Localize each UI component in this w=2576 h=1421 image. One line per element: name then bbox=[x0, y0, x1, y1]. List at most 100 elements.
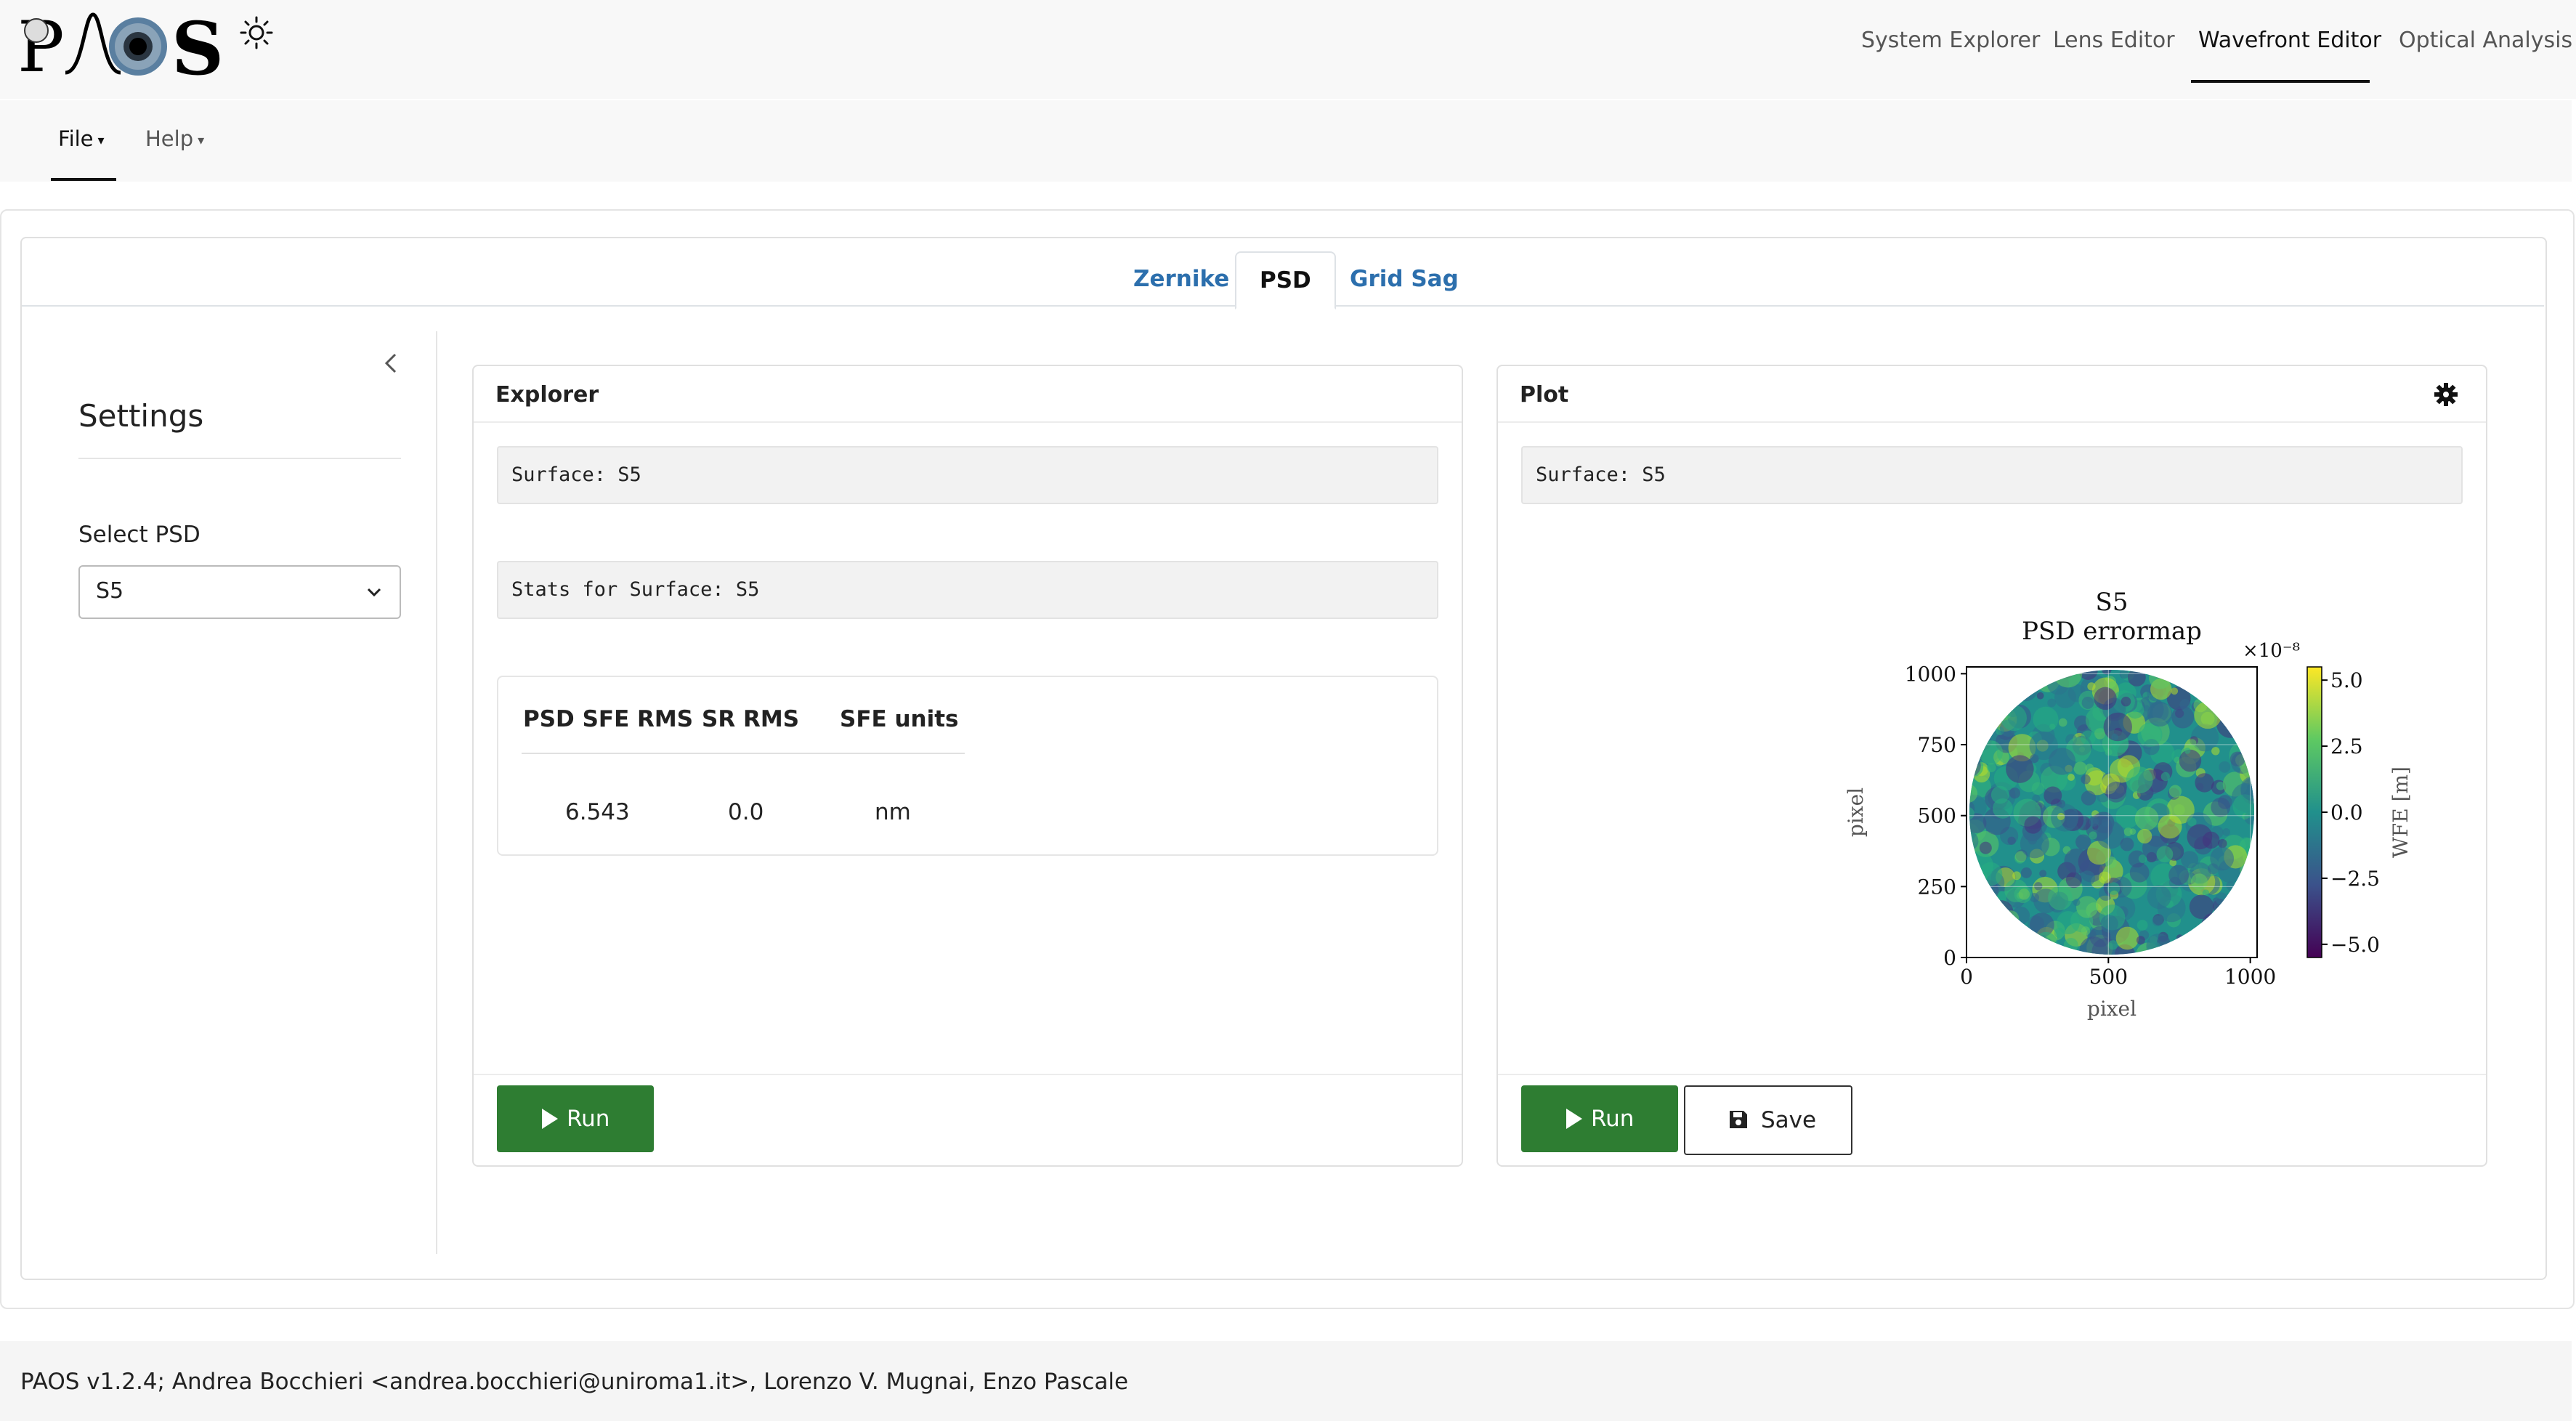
map-cell bbox=[1983, 893, 1998, 907]
nav-system-explorer[interactable]: System Explorer bbox=[1861, 28, 2040, 53]
map-cell bbox=[2009, 927, 2033, 950]
tab-grid-sag[interactable]: Grid Sag bbox=[1327, 251, 1482, 307]
map-cell bbox=[2008, 945, 2025, 955]
map-cell bbox=[2218, 700, 2227, 709]
plot-surface-text: Surface: S5 bbox=[1536, 463, 1666, 486]
map-cell bbox=[2081, 790, 2097, 806]
tab-zernike[interactable]: Zernike bbox=[1110, 251, 1252, 307]
map-cell bbox=[2158, 814, 2182, 839]
explorer-title: Explorer bbox=[495, 382, 599, 408]
map-cell bbox=[2160, 772, 2170, 782]
nav-lens-editor[interactable]: Lens Editor bbox=[2053, 28, 2175, 53]
map-cell bbox=[2226, 670, 2240, 682]
map-cell bbox=[1982, 710, 1991, 718]
map-cell bbox=[2216, 781, 2225, 790]
explorer-footer-divider bbox=[474, 1074, 1462, 1075]
select-psd-dropdown[interactable]: S5 bbox=[78, 565, 401, 619]
tab-psd[interactable]: PSD bbox=[1235, 251, 1336, 309]
map-cell bbox=[2073, 899, 2081, 907]
map-cell bbox=[2012, 673, 2020, 682]
caret-down-icon: ▾ bbox=[198, 132, 205, 148]
map-cell bbox=[2108, 940, 2118, 950]
nav-optical-analysis[interactable]: Optical Analysis bbox=[2399, 28, 2572, 53]
colorbar-label: WFE [m] bbox=[2389, 766, 2413, 858]
map-cell bbox=[2059, 671, 2067, 679]
map-cell bbox=[2166, 670, 2176, 676]
x-tick-label: 1000 bbox=[2224, 965, 2276, 989]
map-cell bbox=[2107, 882, 2121, 895]
map-cell bbox=[2129, 828, 2136, 835]
paos-logo[interactable]: P S bbox=[17, 9, 235, 78]
nav-wavefront-editor[interactable]: Wavefront Editor bbox=[2198, 28, 2381, 53]
sun-icon[interactable] bbox=[238, 15, 275, 51]
map-cell bbox=[2232, 886, 2252, 907]
map-cell bbox=[2245, 714, 2254, 724]
map-cell bbox=[2048, 748, 2076, 775]
plot-title: Plot bbox=[1520, 382, 1569, 408]
explorer-run-button[interactable]: Run bbox=[497, 1085, 654, 1152]
map-cell bbox=[1969, 941, 1978, 955]
plot-save-label: Save bbox=[1761, 1107, 1817, 1133]
map-cell bbox=[2203, 950, 2210, 955]
map-cell bbox=[2063, 938, 2078, 952]
map-cell bbox=[2030, 936, 2043, 949]
map-cell bbox=[2237, 689, 2254, 706]
map-cell bbox=[2219, 761, 2231, 773]
map-cell bbox=[2188, 739, 2197, 748]
plot-run-button[interactable]: Run bbox=[1521, 1085, 1678, 1152]
map-cell bbox=[2036, 692, 2044, 700]
stats-table bbox=[497, 676, 1438, 856]
gear-icon[interactable] bbox=[2434, 382, 2458, 407]
map-cell bbox=[2232, 681, 2240, 689]
x-axis-label: pixel bbox=[2087, 997, 2136, 1021]
map-cell bbox=[2213, 670, 2235, 692]
footer-credits: PAOS v1.2.4; Andrea Bocchieri <andrea.bo… bbox=[20, 1369, 1129, 1395]
map-cell bbox=[1978, 676, 1993, 692]
map-cell bbox=[2184, 748, 2191, 754]
menu-bar bbox=[0, 100, 2572, 182]
play-icon bbox=[1566, 1109, 1582, 1129]
map-cell bbox=[1999, 922, 2028, 950]
map-cell bbox=[2006, 755, 2034, 783]
map-cell bbox=[2208, 912, 2231, 936]
map-cell bbox=[2195, 773, 2214, 793]
map-cell bbox=[1977, 670, 1986, 673]
colorbar: 5.0 2.5 0.0 −2.5 −5.0 ×10⁻⁸ WFE [m] bbox=[2243, 640, 2413, 958]
map-cell bbox=[1969, 670, 1993, 693]
map-cell bbox=[1969, 830, 1979, 851]
map-cell bbox=[1969, 670, 1979, 684]
map-cell bbox=[2013, 676, 2038, 702]
map-cell bbox=[2189, 894, 2214, 920]
plot-save-button[interactable]: Save bbox=[1684, 1085, 1852, 1155]
chart-subtitle: PSD errormap bbox=[2022, 617, 2202, 646]
map-cell bbox=[2215, 892, 2228, 905]
map-cell bbox=[2134, 806, 2159, 831]
file-menu-label: File bbox=[58, 126, 94, 151]
map-cell bbox=[2186, 932, 2213, 955]
map-cell bbox=[2089, 831, 2097, 840]
file-menu[interactable]: File ▾ bbox=[58, 126, 105, 151]
map-cell bbox=[1981, 934, 2008, 955]
map-cell bbox=[2001, 705, 2028, 732]
top-navbar bbox=[0, 0, 2576, 99]
map-cell bbox=[2247, 670, 2254, 673]
map-cell bbox=[2129, 862, 2150, 883]
chevron-left-icon[interactable] bbox=[379, 349, 404, 378]
map-cell bbox=[2168, 865, 2190, 886]
active-nav-indicator bbox=[2191, 80, 2370, 83]
map-cell bbox=[2120, 837, 2134, 851]
help-menu[interactable]: Help ▾ bbox=[145, 126, 204, 151]
map-cell bbox=[2015, 929, 2035, 950]
map-cell bbox=[2226, 896, 2234, 904]
map-cell bbox=[2240, 908, 2250, 918]
map-cell bbox=[2195, 941, 2219, 955]
map-cell bbox=[1969, 881, 1994, 910]
map-cell bbox=[2200, 924, 2211, 934]
map-cell bbox=[2147, 885, 2171, 910]
map-cell bbox=[2181, 670, 2196, 682]
map-cell bbox=[2006, 931, 2014, 939]
map-cell bbox=[1978, 862, 2003, 886]
map-cell bbox=[1969, 915, 1980, 933]
map-cell bbox=[2076, 896, 2099, 918]
y-axis-label: pixel bbox=[1845, 788, 1868, 837]
